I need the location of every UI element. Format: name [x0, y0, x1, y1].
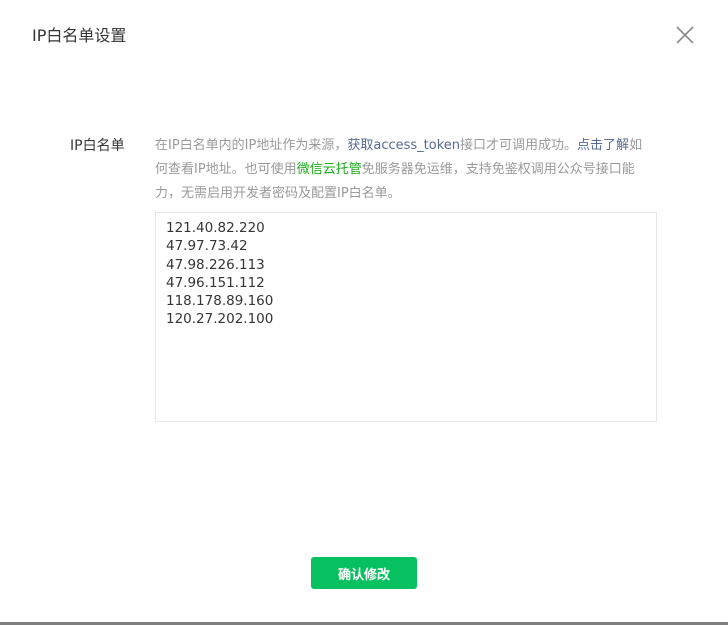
ip-whitelist-dialog: IP白名单设置 IP白名单 在IP白名单内的IP地址作为来源，获取access_… — [0, 0, 728, 622]
dialog-header: IP白名单设置 — [0, 0, 728, 70]
wechat-cloud-hosting-link[interactable]: 微信云托管 — [297, 162, 362, 177]
ip-whitelist-textarea[interactable]: 121.40.82.220 47.97.73.42 47.98.226.113 … — [155, 212, 657, 422]
dialog-footer: 确认修改 — [0, 540, 728, 622]
learn-more-link[interactable]: 点击了解 — [577, 138, 629, 153]
ip-whitelist-label: IP白名单 — [70, 138, 125, 154]
desc-text-2: 接口才可调用成功。 — [460, 138, 578, 153]
ip-whitelist-description: 在IP白名单内的IP地址作为来源，获取access_token接口才可调用成功。… — [155, 134, 655, 206]
get-access-token-link[interactable]: 获取access_token — [347, 138, 460, 153]
confirm-button[interactable]: 确认修改 — [311, 557, 417, 589]
dialog-title: IP白名单设置 — [32, 26, 127, 45]
desc-text-1: 在IP白名单内的IP地址作为来源， — [155, 138, 348, 153]
close-button[interactable] — [672, 22, 698, 48]
close-icon — [676, 26, 694, 44]
